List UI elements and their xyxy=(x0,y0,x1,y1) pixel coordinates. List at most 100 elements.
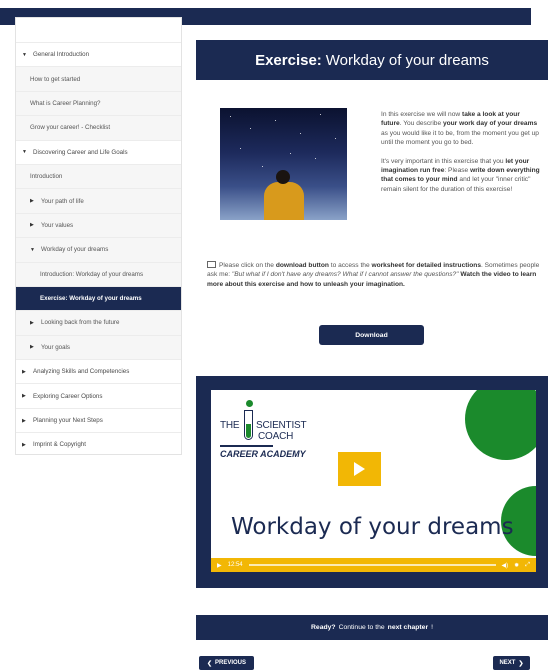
sidebar-item-label: Exercise: Workday of your dreams xyxy=(40,295,142,303)
text-italic: "But what if I don't have any dreams? Wh… xyxy=(231,271,459,279)
play-button[interactable] xyxy=(338,452,381,486)
download-instructions: Please click on the download button to a… xyxy=(207,261,542,289)
sidebar-item-label: What is Career Planning? xyxy=(30,99,101,107)
volume-icon[interactable]: ◀) xyxy=(502,562,509,569)
sidebar-item-label: Analyzing Skills and Competencies xyxy=(33,368,130,376)
logo-the: THE xyxy=(220,420,240,431)
sidebar-item-label: Looking back from the future xyxy=(41,319,120,327)
chevron-left-icon: ❮ xyxy=(206,660,212,667)
sidebar-item-planning-steps[interactable]: ▶ Planning your Next Steps xyxy=(16,407,181,432)
sidebar-item-label: Discovering Career and Life Goals xyxy=(33,148,128,156)
download-button[interactable]: Download xyxy=(319,325,424,345)
text-bold: Ready? xyxy=(311,624,336,631)
next-chapter-banner: Ready? Continue to the next chapter! xyxy=(196,615,548,640)
chevron-right-icon: ❯ xyxy=(518,660,524,667)
text-span: It's very important in this exercise tha… xyxy=(381,157,506,165)
logo-divider xyxy=(220,445,273,447)
previous-button[interactable]: ❮ PREVIOUS xyxy=(199,656,254,670)
caret-down-icon: ▼ xyxy=(22,51,27,58)
text-span: Continue to the xyxy=(338,624,385,631)
sidebar-item-looking-back[interactable]: ▶ Looking back from the future xyxy=(16,310,181,335)
sidebar-item-general-introduction[interactable]: ▼ General Introduction xyxy=(16,42,181,66)
starry-night-photo xyxy=(220,108,347,220)
sidebar-item-label: Your goals xyxy=(41,343,71,351)
caret-right-icon: ▶ xyxy=(22,393,26,400)
fullscreen-icon[interactable]: ⤢ xyxy=(525,562,530,569)
star xyxy=(240,148,242,150)
text-bold: worksheet for detailed instructions xyxy=(371,262,481,269)
text-span: In this exercise we will now xyxy=(381,111,462,118)
star xyxy=(250,128,252,130)
text-bold: your work day of your dreams xyxy=(442,120,538,128)
settings-icon[interactable]: ✹ xyxy=(514,562,519,569)
video-progress-track[interactable] xyxy=(248,564,496,566)
sidebar-item-path-of-life[interactable]: ▶ Your path of life xyxy=(16,188,181,213)
logo-scientist: SCIENTIST xyxy=(256,420,307,431)
text-span: Please click on the xyxy=(219,262,276,269)
sidebar-item-label: Your path of life xyxy=(41,197,84,205)
text-bold: download button xyxy=(275,262,329,269)
star xyxy=(315,158,317,160)
star xyxy=(320,114,322,116)
video-logo: THE SCIENTIST COACH xyxy=(220,420,307,442)
logo-bubble xyxy=(246,400,253,407)
course-sidebar: ▼ General Introduction How to get starte… xyxy=(15,17,182,455)
sidebar-item-how-to-get-started[interactable]: How to get started xyxy=(16,66,181,91)
sidebar-item-imprint[interactable]: ▶ Imprint & Copyright xyxy=(16,432,181,456)
sidebar-item-label: Introduction xyxy=(30,173,63,181)
video-time: 12:54 xyxy=(227,562,243,568)
text-span: as you would like it to be, from the mom… xyxy=(381,129,539,147)
sidebar-item-introduction[interactable]: Introduction xyxy=(16,163,181,189)
caret-right-icon: ▶ xyxy=(22,417,26,424)
star xyxy=(262,166,264,168)
star xyxy=(230,116,232,118)
caret-down-icon: ▼ xyxy=(22,149,27,156)
star xyxy=(290,153,292,155)
sidebar-item-what-is-career-planning[interactable]: What is Career Planning? xyxy=(16,90,181,116)
next-button[interactable]: NEXT ❯ xyxy=(493,656,530,670)
sidebar-header-blank xyxy=(16,18,181,42)
sidebar-item-workday-introduction[interactable]: Introduction: Workday of your dreams xyxy=(16,261,181,286)
sidebar-item-exploring-options[interactable]: ▶ Exploring Career Options xyxy=(16,383,181,407)
sidebar-item-discovering-goals[interactable]: ▼ Discovering Career and Life Goals xyxy=(16,139,181,164)
next-chapter-link[interactable]: next chapter xyxy=(388,624,428,631)
intro-paragraph-1: In this exercise we will now take a look… xyxy=(381,110,541,148)
sidebar-item-label: Imprint & Copyright xyxy=(33,441,86,449)
sidebar-item-your-values[interactable]: ▶ Your values xyxy=(16,212,181,238)
text-span: to access the xyxy=(328,262,372,269)
intro-paragraph-2: It's very important in this exercise tha… xyxy=(381,157,541,195)
play-small-icon[interactable]: ▶ xyxy=(217,562,222,569)
caret-right-icon: ▶ xyxy=(22,441,26,448)
star xyxy=(335,138,337,140)
edit-icon xyxy=(207,261,216,268)
sidebar-item-your-goals[interactable]: ▶ Your goals xyxy=(16,334,181,360)
video-title: Workday of your dreams xyxy=(231,514,514,540)
sidebar-item-label: General Introduction xyxy=(33,51,90,59)
logo-coach: COACH xyxy=(258,431,294,442)
sidebar-item-analyzing-skills[interactable]: ▶ Analyzing Skills and Competencies xyxy=(16,359,181,383)
text-span: . You describe xyxy=(399,120,443,128)
sidebar-item-label: Introduction: Workday of your dreams xyxy=(40,270,144,278)
sidebar-item-label: Exploring Career Options xyxy=(33,392,103,400)
sidebar-item-label: Your values xyxy=(41,221,74,229)
previous-label: PREVIOUS xyxy=(215,660,247,666)
sidebar-item-workday-exercise[interactable]: Exercise: Workday of your dreams xyxy=(16,285,181,311)
sidebar-item-label: Workday of your dreams xyxy=(41,246,109,254)
logo-academy: CAREER ACADEMY xyxy=(220,449,306,459)
caret-right-icon: ▶ xyxy=(30,222,34,229)
page-title-bold: Exercise: xyxy=(255,51,322,69)
sidebar-item-checklist[interactable]: Grow your career! - Checklist xyxy=(16,115,181,140)
caret-right-icon: ▶ xyxy=(30,198,34,205)
video-controls[interactable]: ▶ 12:54 ◀) ✹ ⤢ xyxy=(211,558,536,572)
star xyxy=(300,133,302,135)
video-player[interactable]: THE SCIENTIST COACH CAREER ACADEMY Workd… xyxy=(211,390,536,572)
exercise-intro-text: In this exercise we will now take a look… xyxy=(381,110,541,203)
sidebar-item-label: How to get started xyxy=(30,75,81,83)
play-icon xyxy=(354,462,365,476)
sidebar-item-workday-of-dreams[interactable]: ▼ Workday of your dreams xyxy=(16,237,181,262)
text-span: : Please xyxy=(444,167,471,175)
sidebar-item-label: Grow your career! - Checklist xyxy=(30,124,111,132)
person-body xyxy=(264,182,304,220)
page-title: Exercise: Workday of your dreams xyxy=(196,40,548,80)
caret-right-icon: ▶ xyxy=(30,344,34,351)
